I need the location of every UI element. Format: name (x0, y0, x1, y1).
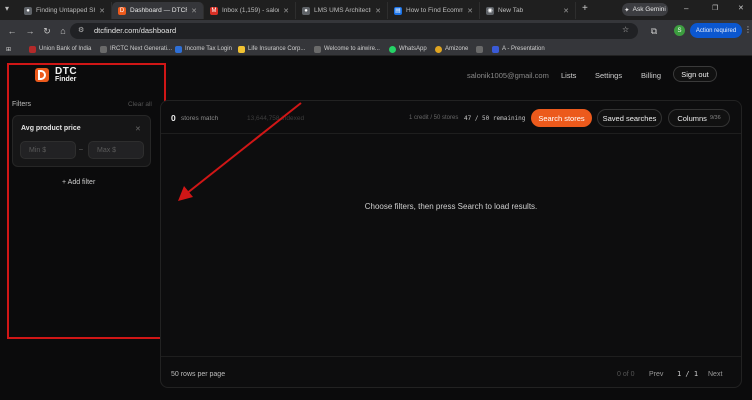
close-icon[interactable]: ✕ (563, 7, 569, 15)
globe-icon (100, 45, 107, 53)
doc-icon: ▤ (394, 6, 402, 15)
site-info-icon[interactable]: ⚙ (78, 26, 84, 34)
bookmark-airwire[interactable]: Welcome to airwire... (314, 44, 380, 54)
forward-arrow-icon[interactable]: → (24, 25, 36, 37)
tab-inbox[interactable]: M Inbox (1,159) - saloni ✕ (204, 2, 296, 19)
action-required-label: Action required (695, 27, 737, 34)
tab-search-icon[interactable]: ▾ (5, 4, 15, 15)
tab-how-to-find[interactable]: ▤ How to Find Ecomm ✕ (388, 2, 480, 19)
bookmark-label: Welcome to airwire... (324, 46, 380, 52)
tab-title: LMS UMS Architectu (314, 7, 372, 14)
close-icon[interactable]: ✕ (99, 7, 105, 15)
lic-icon (238, 45, 245, 53)
chrome-icon: ◉ (486, 6, 494, 15)
new-tab-plus-icon[interactable]: + (582, 3, 588, 14)
bookmark-label: Life Insurance Corp... (248, 46, 306, 52)
bookmark-label: WhatsApp (399, 46, 427, 52)
profile-initial: S (677, 27, 682, 34)
bank-icon (29, 45, 36, 53)
close-icon[interactable]: ✕ (375, 7, 381, 15)
browser-tab-strip: ● Finding Untapped Sh ✕ D Dashboard — DT… (0, 0, 752, 20)
bookmark-income-tax[interactable]: Income Tax Login (175, 44, 232, 54)
tab-title: How to Find Ecomm (406, 7, 464, 14)
tab-title: Inbox (1,159) - saloni (222, 7, 280, 14)
gmail-icon: M (210, 6, 218, 15)
reload-icon[interactable]: ↻ (41, 25, 53, 37)
bookmark-whatsapp[interactable]: WhatsApp (389, 44, 427, 54)
bookmark-label: Income Tax Login (185, 46, 232, 52)
globe-icon (476, 45, 483, 53)
whatsapp-icon (389, 45, 396, 53)
tab-new-tab[interactable]: ◉ New Tab ✕ (480, 2, 576, 19)
bookmark-union-bank[interactable]: Union Bank of India (29, 44, 91, 54)
window-close-icon[interactable]: ✕ (738, 4, 744, 12)
close-icon[interactable]: ✕ (191, 7, 197, 15)
amizone-icon (435, 45, 442, 53)
maximize-icon[interactable]: ❐ (712, 4, 718, 12)
presentation-icon (492, 45, 499, 53)
back-arrow-icon[interactable]: ← (6, 25, 18, 37)
ask-gemini-button[interactable]: ✦ Ask Gemini (622, 3, 668, 16)
bookmark-label: A - Presentation (502, 46, 545, 52)
address-bar[interactable]: ⚙ dtcfinder.com/dashboard ☆ (70, 23, 638, 39)
bookmark-irctc[interactable]: IRCTC Next Generati... (100, 44, 172, 54)
tab-lms[interactable]: ● LMS UMS Architectu ✕ (296, 2, 388, 19)
globe-icon: ● (302, 6, 310, 15)
tab-finding-untapped[interactable]: ● Finding Untapped Sh ✕ (18, 2, 112, 19)
ask-gemini-label: Ask Gemini (632, 6, 666, 13)
annotation-arrow (178, 102, 302, 201)
tax-icon (175, 45, 182, 53)
bookmark-label: Amizone (445, 46, 469, 52)
dashboard-page: DTC Finder salonik1005@gmail.com Lists S… (0, 56, 752, 400)
bookmark-presentation[interactable]: A - Presentation (492, 44, 545, 54)
bookmark-label: Union Bank of India (39, 46, 92, 52)
tab-title: Finding Untapped Sh (36, 7, 96, 14)
extensions-icon[interactable]: ⧉ (648, 25, 660, 37)
tab-title: Dashboard — DTCFin (130, 7, 187, 14)
kebab-menu-icon[interactable]: ⋮ (744, 25, 752, 34)
home-icon[interactable]: ⌂ (57, 25, 69, 37)
tab-dashboard[interactable]: D Dashboard — DTCFin ✕ (112, 2, 204, 19)
globe-icon (314, 45, 321, 53)
bookmark-lic[interactable]: Life Insurance Corp... (238, 44, 305, 54)
close-icon[interactable]: ✕ (467, 7, 473, 15)
dtc-logo-icon: D (118, 6, 126, 15)
globe-icon: ● (24, 6, 32, 15)
tab-title: New Tab (498, 7, 524, 14)
browser-toolbar: ← → ↻ ⌂ ⚙ dtcfinder.com/dashboard ☆ ⧉ S … (0, 20, 752, 42)
avatar[interactable]: S (674, 25, 685, 36)
action-required-button[interactable]: Action required (690, 23, 742, 38)
sparkle-icon: ✦ (624, 6, 630, 14)
apps-grid-icon[interactable]: ⊞ (6, 44, 11, 54)
url-text: dtcfinder.com/dashboard (94, 26, 177, 35)
bookmark-star-icon[interactable]: ☆ (622, 25, 629, 34)
bookmark-amizone[interactable]: Amizone (435, 44, 468, 54)
bookmark-label: IRCTC Next Generati... (110, 46, 173, 52)
minimize-icon[interactable]: – (684, 4, 688, 13)
bookmark-globe[interactable] (476, 44, 486, 54)
close-icon[interactable]: ✕ (283, 7, 289, 15)
bookmarks-bar: ⊞ Union Bank of India IRCTC Next Generat… (0, 42, 752, 56)
